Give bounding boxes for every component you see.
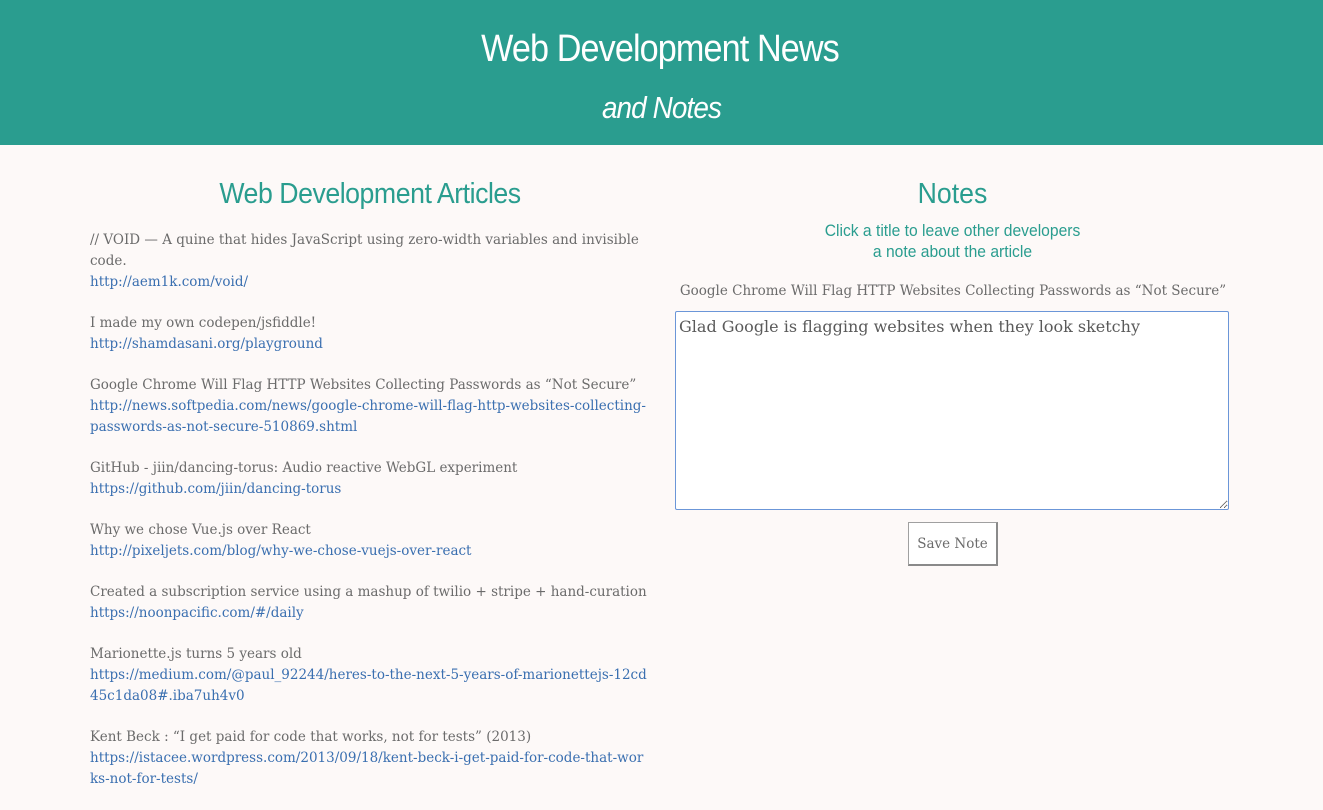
- notes-heading: Notes: [917, 178, 988, 210]
- article-link[interactable]: http://pixeljets.com/blog/why-we-chose-v…: [90, 541, 650, 562]
- article-title[interactable]: // VOID — A quine that hides JavaScript …: [90, 230, 650, 272]
- article-title[interactable]: Created a subscription service using a m…: [90, 582, 650, 603]
- article-link[interactable]: https://noonpacific.com/#/daily: [90, 603, 650, 624]
- instruction-line-1: Click a title to leave other developers: [824, 221, 1081, 240]
- list-item: // VOID — A quine that hides JavaScript …: [90, 230, 650, 293]
- instruction-line-2: a note about the article: [872, 242, 1033, 261]
- notes-instruction: Click a title to leave other developers …: [711, 220, 1194, 262]
- site-header: Web Development News and Notes: [0, 0, 1323, 145]
- article-title[interactable]: Google Chrome Will Flag HTTP Websites Co…: [90, 375, 650, 396]
- article-link[interactable]: http://aem1k.com/void/: [90, 272, 650, 293]
- article-list: // VOID — A quine that hides JavaScript …: [90, 230, 650, 810]
- article-link[interactable]: https://istacee.wordpress.com/2013/09/18…: [90, 748, 650, 790]
- article-link[interactable]: https://medium.com/@paul_92244/heres-to-…: [90, 665, 650, 707]
- article-link[interactable]: http://news.softpedia.com/news/google-ch…: [90, 396, 650, 438]
- article-title[interactable]: Marionette.js turns 5 years old: [90, 644, 650, 665]
- list-item: Marionette.js turns 5 years old https://…: [90, 644, 650, 707]
- article-title[interactable]: I made my own codepen/jsfiddle!: [90, 313, 650, 334]
- list-item: Kent Beck : “I get paid for code that wo…: [90, 727, 650, 790]
- selected-article-title: Google Chrome Will Flag HTTP Websites Co…: [679, 283, 1227, 299]
- article-title[interactable]: Kent Beck : “I get paid for code that wo…: [90, 727, 650, 748]
- list-item: I made my own codepen/jsfiddle! http://s…: [90, 313, 650, 355]
- articles-heading: Web Development Articles: [219, 178, 521, 210]
- article-link[interactable]: https://github.com/jiin/dancing-torus: [90, 479, 650, 500]
- site-subtitle: and Notes: [601, 90, 722, 125]
- save-note-button[interactable]: Save Note: [908, 522, 998, 566]
- list-item: GitHub - jiin/dancing-torus: Audio react…: [90, 458, 650, 500]
- note-textarea[interactable]: Glad Google is flagging websites when th…: [675, 311, 1229, 510]
- list-item: Google Chrome Will Flag HTTP Websites Co…: [90, 375, 650, 438]
- site-title: Web Development News: [481, 28, 840, 70]
- list-item: Why we chose Vue.js over React http://pi…: [90, 520, 650, 562]
- article-title[interactable]: GitHub - jiin/dancing-torus: Audio react…: [90, 458, 650, 479]
- article-title[interactable]: Why we chose Vue.js over React: [90, 520, 650, 541]
- article-link[interactable]: http://shamdasani.org/playground: [90, 334, 650, 355]
- list-item: Created a subscription service using a m…: [90, 582, 650, 624]
